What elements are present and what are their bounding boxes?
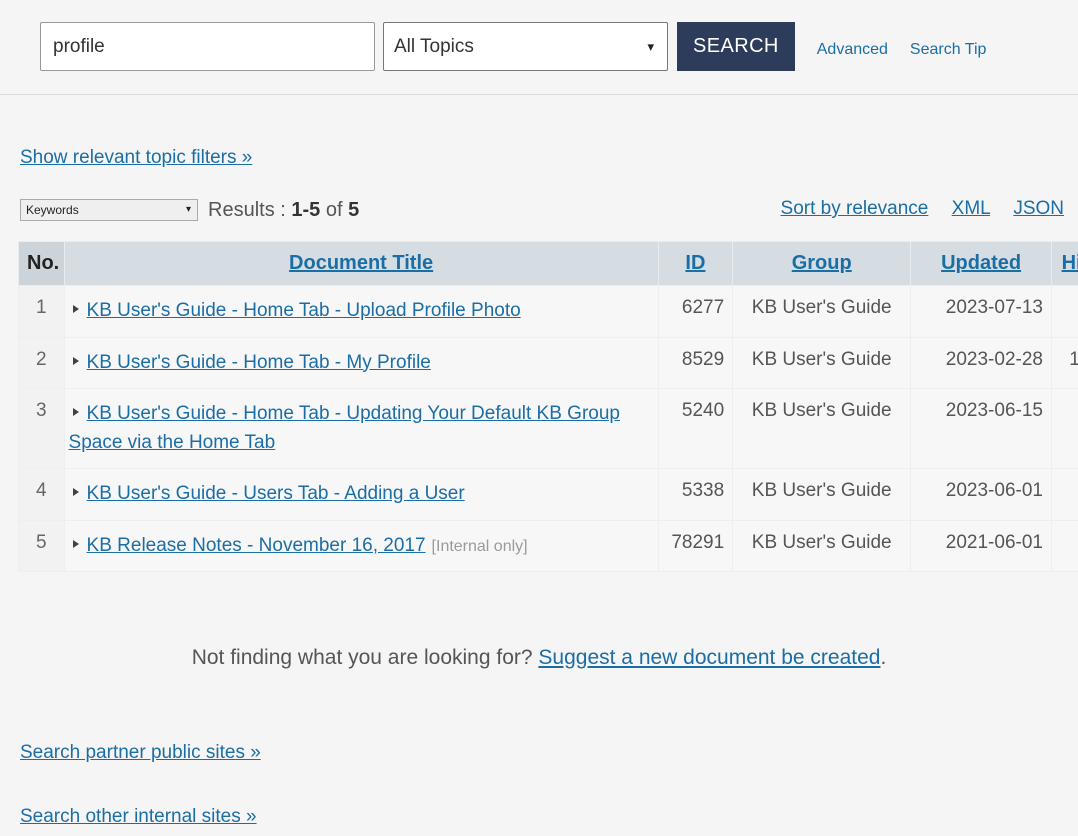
row-id: 5338 bbox=[657, 468, 734, 521]
row-updated: 2023-02-28 bbox=[910, 336, 1052, 389]
row-id: 8529 bbox=[657, 336, 734, 389]
row-number: 4 bbox=[18, 468, 65, 521]
column-header-title[interactable]: Document Title bbox=[63, 241, 659, 286]
table-row: 4 KB User's Guide - Users Tab - Adding a … bbox=[18, 468, 1078, 521]
results-table-body: 1 KB User's Guide - Home Tab - Upload Pro… bbox=[18, 285, 1078, 572]
sort-group-link[interactable]: Group bbox=[792, 252, 852, 274]
topic-select[interactable]: All Topics bbox=[383, 22, 668, 71]
topic-select-wrapper: All Topics ▾ bbox=[375, 22, 668, 71]
row-hits: 103 bbox=[1050, 336, 1078, 389]
main-content: Show relevant topic filters » Keywords ▾… bbox=[0, 95, 1078, 828]
partner-public-sites-row: Search partner public sites » bbox=[20, 742, 1078, 764]
row-updated: 2023-07-13 bbox=[910, 285, 1052, 338]
other-internal-sites-row: Search other internal sites » bbox=[20, 806, 1078, 828]
results-toolbar: Keywords ▾ Results : 1-5 of 5 Sort by re… bbox=[0, 197, 1078, 223]
json-link[interactable]: JSON bbox=[1013, 198, 1064, 219]
internal-only-tag: [Internal only] bbox=[431, 537, 528, 555]
column-header-updated[interactable]: Updated bbox=[910, 241, 1052, 286]
column-header-no: No. bbox=[18, 241, 65, 286]
table-header-row: No. Document Title ID Group Updated Hits bbox=[18, 241, 1078, 286]
expand-triangle-icon[interactable] bbox=[72, 408, 79, 417]
row-title-cell: KB Release Notes - November 16, 2017 [Int… bbox=[63, 519, 659, 572]
row-title-cell: KB User's Guide - Home Tab - Upload Prof… bbox=[63, 285, 659, 338]
keywords-select-wrapper: Keywords ▾ bbox=[20, 199, 198, 221]
column-header-id[interactable]: ID bbox=[657, 241, 734, 286]
row-group: KB User's Guide bbox=[732, 468, 912, 521]
not-finding-period: . bbox=[880, 646, 887, 669]
document-title-link[interactable]: KB User's Guide - Home Tab - Updating Yo… bbox=[69, 403, 620, 453]
row-updated: 2021-06-01 bbox=[910, 519, 1052, 572]
search-other-internal-sites-link[interactable]: Search other internal sites » bbox=[20, 806, 257, 827]
expand-triangle-icon[interactable] bbox=[72, 488, 79, 497]
row-id: 5240 bbox=[657, 388, 734, 469]
results-count-of: of bbox=[320, 198, 349, 221]
search-bar-controls: All Topics ▾ SEARCH Advanced Search Tip bbox=[40, 22, 986, 71]
not-finding-text: Not finding what you are looking for? bbox=[191, 646, 539, 669]
results-table: No. Document Title ID Group Updated Hits… bbox=[18, 241, 1078, 572]
row-group: KB User's Guide bbox=[732, 336, 912, 389]
document-title-link[interactable]: KB Release Notes - November 16, 2017 bbox=[87, 535, 426, 556]
row-number: 3 bbox=[18, 388, 65, 469]
search-input[interactable] bbox=[40, 22, 375, 71]
row-hits: 79 bbox=[1050, 388, 1078, 469]
row-hits: 15 bbox=[1050, 519, 1078, 572]
results-count-total: 5 bbox=[348, 198, 360, 221]
document-title-link[interactable]: KB User's Guide - Home Tab - My Profile bbox=[87, 352, 431, 373]
row-number: 5 bbox=[18, 519, 65, 572]
results-count-range: 1-5 bbox=[291, 198, 321, 221]
row-id: 6277 bbox=[657, 285, 734, 338]
search-partner-public-sites-link[interactable]: Search partner public sites » bbox=[20, 742, 261, 763]
search-tip-link[interactable]: Search Tip bbox=[910, 41, 986, 59]
row-group: KB User's Guide bbox=[732, 285, 912, 338]
row-id: 78291 bbox=[657, 519, 734, 572]
keywords-select[interactable]: Keywords bbox=[20, 199, 198, 221]
row-number: 1 bbox=[18, 285, 65, 338]
column-header-hits[interactable]: Hits bbox=[1050, 241, 1078, 286]
external-search-links: Search partner public sites » Search oth… bbox=[20, 742, 1078, 828]
results-count: Results : 1-5 of 5 bbox=[208, 199, 359, 222]
not-finding-message: Not finding what you are looking for? Su… bbox=[0, 646, 1078, 670]
search-button[interactable]: SEARCH bbox=[677, 22, 795, 71]
results-table-head: No. Document Title ID Group Updated Hits bbox=[18, 241, 1078, 286]
sort-hits-link[interactable]: Hits bbox=[1062, 252, 1078, 274]
expand-triangle-icon[interactable] bbox=[72, 539, 79, 548]
show-topic-filters-link[interactable]: Show relevant topic filters » bbox=[20, 147, 252, 169]
row-title-cell: KB User's Guide - Users Tab - Adding a U… bbox=[63, 468, 659, 521]
suggest-document-link[interactable]: Suggest a new document be created bbox=[538, 646, 880, 669]
sort-by-relevance-link[interactable]: Sort by relevance bbox=[781, 198, 929, 219]
expand-triangle-icon[interactable] bbox=[72, 305, 79, 314]
row-updated: 2023-06-15 bbox=[910, 388, 1052, 469]
table-row: 5 KB Release Notes - November 16, 2017 [In… bbox=[18, 519, 1078, 572]
xml-link[interactable]: XML bbox=[952, 198, 990, 219]
sort-id-link[interactable]: ID bbox=[685, 252, 705, 274]
row-group: KB User's Guide bbox=[732, 388, 912, 469]
row-title-cell: KB User's Guide - Home Tab - My Profile bbox=[63, 336, 659, 389]
sort-updated-link[interactable]: Updated bbox=[941, 252, 1021, 274]
row-hits: 43 bbox=[1050, 285, 1078, 338]
document-title-link[interactable]: KB User's Guide - Home Tab - Upload Prof… bbox=[87, 300, 521, 321]
table-row: 1 KB User's Guide - Home Tab - Upload Pro… bbox=[18, 285, 1078, 338]
row-updated: 2023-06-01 bbox=[910, 468, 1052, 521]
expand-triangle-icon[interactable] bbox=[72, 356, 79, 365]
column-header-group[interactable]: Group bbox=[732, 241, 912, 286]
sort-controls: Sort by relevance XML JSON bbox=[763, 198, 1064, 220]
results-count-label: Results : bbox=[208, 198, 292, 221]
search-bar: All Topics ▾ SEARCH Advanced Search Tip bbox=[0, 0, 1078, 95]
document-title-link[interactable]: KB User's Guide - Users Tab - Adding a U… bbox=[87, 483, 465, 504]
row-hits: 92 bbox=[1050, 468, 1078, 521]
row-number: 2 bbox=[18, 336, 65, 389]
table-row: 2 KB User's Guide - Home Tab - My Profile… bbox=[18, 336, 1078, 389]
advanced-link[interactable]: Advanced bbox=[817, 41, 888, 59]
sort-title-link[interactable]: Document Title bbox=[289, 252, 433, 274]
row-group: KB User's Guide bbox=[732, 519, 912, 572]
table-row: 3 KB User's Guide - Home Tab - Updating Y… bbox=[18, 388, 1078, 469]
row-title-cell: KB User's Guide - Home Tab - Updating Yo… bbox=[63, 388, 659, 469]
